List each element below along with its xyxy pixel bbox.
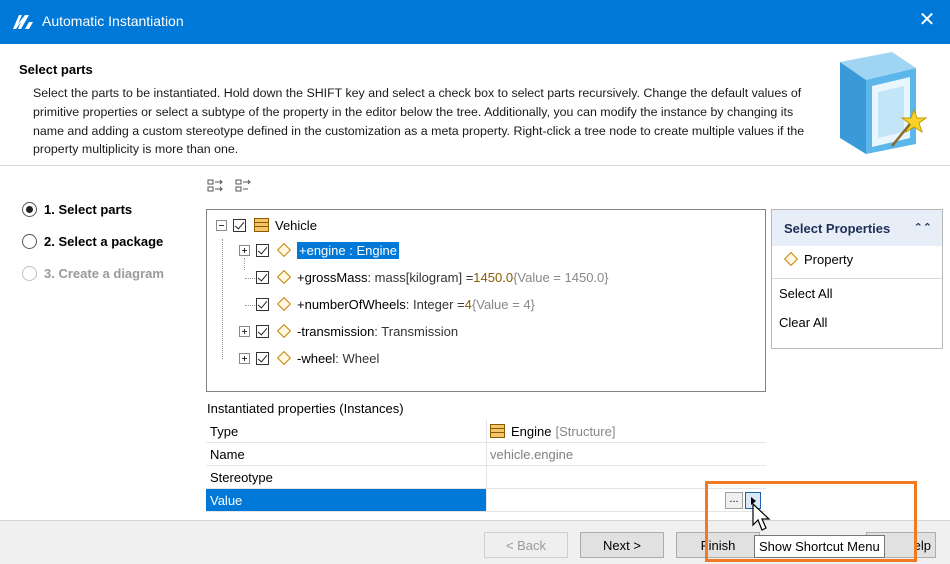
property-row-stereotype[interactable]: Stereotype	[206, 466, 766, 489]
property-key: Type	[206, 420, 487, 442]
node-label: Vehicle	[275, 217, 317, 233]
title-bar: Automatic Instantiation ✕	[0, 0, 950, 44]
property-icon	[783, 251, 799, 267]
node-value: 4	[464, 296, 472, 312]
leaf-spacer	[239, 272, 250, 283]
node-value-note: {Value = 1450.0}	[513, 269, 609, 285]
checkbox-checked-icon[interactable]	[256, 351, 269, 365]
step-label: 1. Select parts	[44, 201, 133, 217]
next-button[interactable]: Next >	[580, 532, 664, 558]
expand-node-icon[interactable]	[239, 244, 250, 256]
filter-label: Property	[804, 251, 854, 267]
properties-label: Instantiated properties (Instances)	[207, 401, 404, 416]
collapse-panel-icon[interactable]: ⌃⌃	[914, 221, 932, 234]
radio-icon	[22, 233, 37, 249]
select-properties-panel: Select Properties ⌃⌃ Property Select All…	[771, 209, 943, 349]
close-icon[interactable]: ✕	[904, 0, 950, 44]
step-label: 3. Create a diagram	[44, 265, 164, 281]
radio-selected-icon	[22, 201, 37, 217]
node-name: +grossMass	[297, 269, 368, 285]
step-select-package[interactable]: 2. Select a package	[22, 229, 197, 253]
wizard-illustration-icon	[840, 52, 928, 154]
back-button: < Back	[484, 532, 568, 558]
node-type: : Wheel	[335, 350, 380, 366]
finish-button[interactable]: Finish	[676, 532, 760, 558]
expand-all-icon[interactable]	[207, 179, 225, 193]
node-label-selected: +engine : Engine	[297, 241, 399, 259]
node-type: : mass[kilogram] =	[367, 269, 474, 285]
checkbox-checked-icon[interactable]	[256, 270, 269, 284]
checkbox-checked-icon[interactable]	[256, 324, 269, 338]
select-all-link[interactable]: Select All	[772, 279, 942, 308]
property-filter-item[interactable]: Property	[772, 246, 942, 272]
node-type: : Transmission	[374, 323, 459, 339]
property-row-name[interactable]: Name vehicle.engine	[206, 443, 766, 466]
property-icon	[276, 350, 292, 366]
checkbox-checked-icon[interactable]	[233, 218, 246, 232]
property-key: Value	[206, 489, 487, 511]
show-shortcut-menu-button[interactable]	[745, 492, 761, 509]
property-icon	[276, 296, 292, 312]
panel-title: Select Properties	[784, 220, 891, 236]
property-value[interactable]	[487, 466, 766, 488]
wizard-body: 1. Select parts 2. Select a package 3. C…	[0, 167, 950, 520]
edit-value-button[interactable]: ...	[725, 492, 743, 509]
node-type: : Integer =	[405, 296, 465, 312]
tree-node-vehicle[interactable]: Vehicle	[216, 214, 317, 236]
property-row-value[interactable]: Value ...	[206, 489, 766, 512]
node-name: -transmission	[297, 323, 375, 339]
step-create-diagram: 3. Create a diagram	[22, 261, 197, 285]
checkbox-checked-icon[interactable]	[256, 297, 269, 311]
property-row-type[interactable]: Type Engine [Structure]	[206, 420, 766, 443]
leaf-spacer	[239, 299, 250, 310]
property-value[interactable]: ...	[487, 489, 766, 511]
expand-node-icon[interactable]	[239, 325, 250, 337]
collapse-all-icon[interactable]	[235, 179, 253, 193]
property-icon	[276, 242, 292, 258]
tree-node-engine[interactable]: +engine : Engine	[239, 239, 399, 261]
property-key: Stereotype	[206, 466, 487, 488]
tree-node-grossmass[interactable]: +grossMass : mass[kilogram] = 1450.0 {Va…	[239, 266, 609, 288]
tree-node-wheel[interactable]: -wheel : Wheel	[239, 347, 379, 369]
parts-tree[interactable]: Vehicle +engine : Engine +grossMass : ma…	[206, 209, 766, 392]
node-name: -wheel	[297, 350, 336, 366]
tree-guide-line	[222, 239, 223, 359]
clear-all-link[interactable]: Clear All	[772, 308, 942, 337]
window-title: Automatic Instantiation	[42, 13, 184, 29]
tree-toolbar	[207, 179, 253, 195]
property-icon	[276, 323, 292, 339]
property-value[interactable]: vehicle.engine	[487, 443, 766, 465]
tooltip: Show Shortcut Menu	[754, 535, 885, 558]
property-key: Name	[206, 443, 487, 465]
property-icon	[276, 269, 292, 285]
magicdraw-logo-icon	[13, 15, 33, 29]
node-value: 1450.0	[473, 269, 514, 285]
node-value-note: {Value = 4}	[471, 296, 535, 312]
collapse-node-icon[interactable]	[216, 219, 227, 231]
property-value[interactable]: Engine [Structure]	[487, 420, 766, 442]
wizard-header: Select parts Select the parts to be inst…	[0, 44, 950, 166]
tree-node-numberofwheels[interactable]: +numberOfWheels : Integer = 4 {Value = 4…	[239, 293, 535, 315]
expand-node-icon[interactable]	[239, 352, 250, 364]
block-icon	[254, 218, 269, 232]
properties-table: Type Engine [Structure] Name vehicle.eng…	[206, 420, 766, 512]
step-label: 2. Select a package	[44, 233, 164, 249]
checkbox-checked-icon[interactable]	[256, 243, 269, 257]
panel-header[interactable]: Select Properties ⌃⌃	[772, 210, 942, 246]
block-icon	[490, 424, 505, 438]
tree-node-transmission[interactable]: -transmission : Transmission	[239, 320, 458, 342]
page-title: Select parts	[19, 62, 93, 77]
page-description: Select the parts to be instantiated. Hol…	[33, 86, 805, 157]
node-name: +numberOfWheels	[297, 296, 406, 312]
radio-disabled-icon	[22, 265, 37, 281]
step-select-parts[interactable]: 1. Select parts	[22, 197, 197, 221]
